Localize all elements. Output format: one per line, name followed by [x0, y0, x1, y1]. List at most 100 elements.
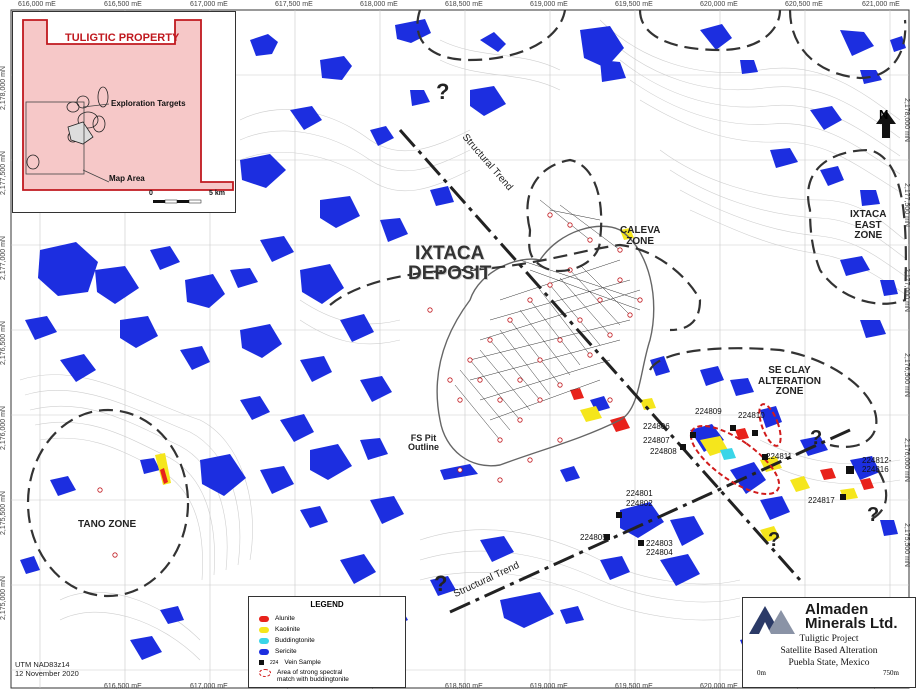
- question-mark: ?: [436, 79, 450, 104]
- easting-label-bottom: 618,500 mE: [445, 683, 483, 690]
- easting-label-top: 619,500 mE: [615, 1, 653, 8]
- buddingtonite-swatch: [259, 637, 269, 644]
- se-clay-label-line1: SE CLAY: [768, 365, 811, 376]
- question-mark: ?: [768, 529, 781, 551]
- sample-label: 224811: [766, 452, 793, 461]
- kaolinite-swatch: [259, 626, 269, 633]
- northing-label-right: 2,177,500 mN: [903, 183, 910, 227]
- sample-label: 224816: [862, 465, 889, 474]
- inset-scale-end: 5 km: [209, 190, 225, 197]
- easting-label-top: 618,000 mE: [360, 1, 398, 8]
- legend-item-buddingtonite: Buddingtonite: [259, 637, 315, 644]
- legend: LEGEND Alunite Kaolinite Buddingtonite S…: [248, 596, 406, 688]
- north-label: N: [879, 107, 889, 122]
- sample-label: 224801: [626, 489, 653, 498]
- sample-label: 224807: [643, 436, 670, 445]
- sample-label: 224803: [646, 539, 673, 548]
- question-mark: ?: [867, 504, 880, 526]
- legend-item-sericite: Sericite: [259, 648, 297, 655]
- northing-label-left: 2,177,000 mN: [0, 236, 7, 280]
- legend-title: LEGEND: [310, 600, 344, 609]
- ixtaca-deposit-label: IXTACA DEPOSIT: [408, 244, 491, 284]
- easting-label-bottom: 616,500 mE: [104, 683, 142, 690]
- ixtaca-east-zone-label: IXTACA EAST ZONE: [850, 209, 887, 242]
- northing-label-left: 2,176,000 mN: [0, 406, 7, 450]
- company-logo: [749, 606, 795, 634]
- sample-label: 224802: [626, 499, 653, 508]
- caleva-label-line1: CALEVA: [620, 225, 661, 236]
- legend-item-alunite: Alunite: [259, 615, 295, 622]
- title-box: Almaden Minerals Ltd. Tuligtic Project S…: [742, 597, 916, 688]
- ixtaca-east-label-line1: IXTACA: [850, 209, 887, 220]
- se-clay-label-line3: ZONE: [775, 386, 804, 397]
- sample-label: 224805: [580, 533, 607, 542]
- easting-label-top: 620,500 mE: [785, 1, 823, 8]
- inset-scale-zero: 0: [149, 190, 153, 197]
- scale-zero-label: 0m: [757, 669, 766, 677]
- easting-label-bottom: 620,000 mE: [700, 683, 738, 690]
- caleva-zone-label: CALEVA ZONE: [620, 225, 661, 247]
- northing-label-left: 2,175,000 mN: [0, 576, 7, 620]
- easting-label-top: 617,000 mE: [190, 1, 228, 8]
- inset-title: TULIGTIC PROPERTY: [65, 32, 180, 44]
- legend-item-label: Vein Sample: [284, 659, 321, 666]
- question-mark: ?: [434, 571, 448, 596]
- easting-label-top: 619,000 mE: [530, 1, 568, 8]
- northing-label-left: 2,177,500 mN: [0, 151, 7, 195]
- legend-item-label: Buddingtonite: [275, 637, 315, 644]
- spectral-ellipse-icon: [259, 669, 271, 677]
- easting-label-bottom: 619,000 mE: [530, 683, 568, 690]
- scale-end-label: 750m: [883, 669, 899, 677]
- fs-pit-label: FS Pit Outline: [408, 433, 439, 453]
- easting-label-bottom: 619,500 mE: [615, 683, 653, 690]
- map-location: Puebla State, Mexico: [788, 658, 870, 668]
- northing-label-right: 2,178,000 mN: [903, 98, 910, 142]
- legend-item-label: Kaolinite: [275, 626, 300, 633]
- vein-square-icon: [259, 660, 264, 665]
- sample-label: 224809: [695, 407, 722, 416]
- map-page: 616,000 mE 616,500 mE 617,000 mE 617,500…: [0, 0, 919, 691]
- easting-label-top: 616,000 mE: [18, 1, 56, 8]
- alunite-swatch: [259, 615, 269, 622]
- exploration-targets-label: Exploration Targets: [111, 99, 186, 108]
- map-area-label: Map Area: [109, 174, 145, 183]
- legend-item-label: Alunite: [275, 615, 295, 622]
- ixtaca-label-line2: DEPOSIT: [408, 262, 492, 284]
- legend-item-label: Area of strong spectral match with buddi…: [277, 669, 349, 683]
- spectral-label-line1: Area of strong spectral: [277, 669, 343, 676]
- inset-scale-bar: [153, 199, 202, 204]
- sample-label: 224810: [738, 411, 765, 420]
- ixtaca-label-line1: IXTACA: [415, 243, 485, 264]
- easting-label-top: 620,000 mE: [700, 1, 738, 8]
- northing-label-left: 2,176,500 mN: [0, 321, 7, 365]
- spectral-label-line2: match with buddingtonite: [277, 676, 349, 684]
- northing-label-right: 2,177,000 mN: [903, 268, 910, 312]
- date-label: 12 November 2020: [15, 668, 79, 678]
- northing-label-left: 2,175,500 mN: [0, 491, 7, 535]
- easting-label-top: 621,000 mE: [862, 1, 900, 8]
- northing-label-right: 2,176,500 mN: [903, 353, 910, 397]
- caleva-label-line2: ZONE: [626, 235, 655, 247]
- easting-label-bottom: 617,000 mE: [190, 683, 228, 690]
- inset-map: TULIGTIC PROPERTY Exploration Targets Ma…: [12, 11, 236, 213]
- sample-label: 224817: [808, 496, 835, 505]
- se-clay-zone-label: SE CLAY ALTERATION ZONE: [758, 365, 821, 398]
- easting-label-top: 618,500 mE: [445, 1, 483, 8]
- sample-label: 224804: [646, 548, 673, 557]
- company-line2: Minerals Ltd.: [805, 615, 898, 633]
- fs-pit-label-line2: Outline: [408, 442, 439, 453]
- map-subtitle: Satellite Based Alteration: [780, 646, 878, 656]
- sample-label: 224812-: [862, 456, 892, 465]
- legend-item-kaolinite: Kaolinite: [259, 626, 300, 633]
- sericite-swatch: [259, 648, 269, 655]
- legend-item-vein: 224 Vein Sample: [259, 659, 321, 666]
- northing-label-right: 2,176,000 mN: [903, 438, 910, 482]
- easting-label-top: 616,500 mE: [104, 1, 142, 8]
- tano-zone-label: TANO ZONE: [78, 519, 137, 530]
- question-mark: ?: [810, 427, 823, 449]
- vein-number: 224: [270, 659, 279, 666]
- easting-label-top: 617,500 mE: [275, 1, 313, 8]
- company-name: Almaden Minerals Ltd.: [805, 602, 898, 633]
- northing-label-right: 2,175,500 mN: [903, 523, 910, 567]
- sample-label: 224806: [643, 422, 670, 431]
